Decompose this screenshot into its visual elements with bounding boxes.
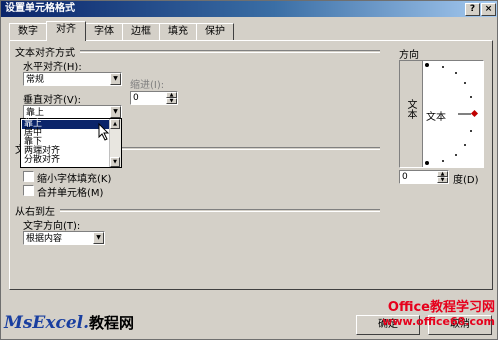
group-divider [60, 209, 380, 212]
text-alignment-group-label: 文本对齐方式 [15, 48, 75, 59]
close-button[interactable]: × [481, 3, 496, 16]
tab-fill[interactable]: 填充 [159, 23, 197, 40]
dial-marker-dot [464, 82, 466, 84]
merge-cells-checkbox[interactable] [23, 185, 34, 196]
dial-marker-dot [455, 154, 457, 156]
degree-label: 度(D) [453, 175, 479, 186]
text-direction-value: 根据内容 [26, 234, 63, 244]
group-divider [80, 50, 380, 53]
watermark-cn: 教程网 [89, 314, 135, 332]
msexcel-watermark: MsExcel.教程网 [4, 312, 134, 333]
dial-marker-dot [442, 66, 444, 68]
vertical-align-select[interactable]: 靠上 ▼ [23, 105, 122, 119]
title-bar: 设置单元格格式 ? × [1, 1, 497, 17]
watermark-brand: Office教程学习网 [387, 300, 495, 315]
dial-marker-dot [464, 144, 466, 146]
tab-font[interactable]: 字体 [85, 23, 123, 40]
orientation-box: 文本 文本 [399, 60, 484, 168]
indent-label: 缩进(I): [130, 80, 165, 91]
spin-down-icon[interactable]: ▼ [437, 177, 448, 183]
dial-marker-dot [442, 160, 444, 162]
group-divider [122, 147, 380, 150]
office68-watermark: Office教程学习网 www.office68.com [345, 301, 495, 329]
degree-spinner[interactable]: 0 ▲ ▼ [399, 170, 449, 184]
dropdown-scrollbar[interactable]: ▲ ▼ [109, 119, 121, 167]
spin-down-icon[interactable]: ▼ [166, 98, 177, 104]
watermark-brand: MsExcel. [4, 313, 90, 333]
vertical-text-button[interactable]: 文本 [400, 61, 423, 167]
dial-marker-dot [455, 72, 457, 74]
chevron-down-icon[interactable]: ▼ [93, 232, 104, 244]
text-direction-select[interactable]: 根据内容 ▼ [23, 231, 105, 245]
shrink-to-fit-checkbox[interactable] [23, 171, 34, 182]
format-cells-dialog: 设置单元格格式 ? × 数字 对齐 字体 边框 填充 保护 文本对齐方式 水平对… [0, 0, 498, 340]
rtl-group-label: 从右到左 [15, 207, 55, 218]
tab-border[interactable]: 边框 [122, 23, 160, 40]
help-button[interactable]: ? [465, 3, 480, 16]
horizontal-align-select[interactable]: 常规 ▼ [23, 72, 122, 86]
vertical-text-sample: 文本 [405, 99, 416, 119]
horizontal-align-value: 常规 [26, 75, 45, 85]
indent-spinner[interactable]: 0 ▲ ▼ [130, 91, 178, 105]
dial-handle-icon[interactable] [470, 109, 479, 118]
dial-marker-dot [425, 63, 429, 67]
dial-marker-dot [470, 130, 472, 132]
horizontal-align-label: 水平对齐(H): [23, 62, 82, 73]
vertical-align-label: 垂直对齐(V): [23, 95, 82, 106]
shrink-to-fit-label: 缩小字体填充(K) [37, 174, 112, 185]
merge-cells-label: 合并单元格(M) [37, 188, 104, 199]
tab-alignment[interactable]: 对齐 [46, 21, 86, 41]
dial-text-sample: 文本 [426, 112, 446, 123]
dropdown-option[interactable]: 分散对齐 [22, 156, 109, 165]
vertical-align-value: 靠上 [26, 108, 45, 118]
text-direction-label: 文字方向(T): [23, 221, 81, 232]
mouse-cursor-icon [98, 123, 110, 141]
chevron-down-icon[interactable]: ▼ [110, 106, 121, 118]
degree-value: 0 [402, 172, 408, 182]
dial-marker-dot [470, 96, 472, 98]
scroll-up-icon[interactable]: ▲ [110, 119, 120, 129]
dial-marker-dot [425, 161, 429, 165]
tab-protection[interactable]: 保护 [196, 23, 234, 40]
watermark-url: www.office68.com [382, 315, 495, 328]
orientation-group-label: 方向 [399, 50, 419, 61]
chevron-down-icon[interactable]: ▼ [110, 73, 121, 85]
tab-number[interactable]: 数字 [9, 23, 47, 40]
indent-value: 0 [133, 93, 139, 103]
dialog-title: 设置单元格格式 [5, 3, 75, 14]
scroll-down-icon[interactable]: ▼ [110, 157, 120, 167]
